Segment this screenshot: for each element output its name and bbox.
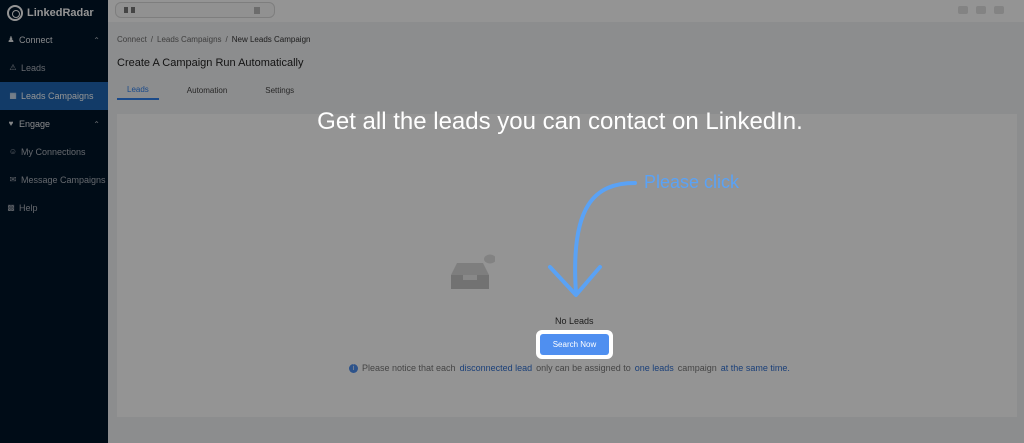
dropdown-icon — [254, 7, 260, 14]
app-name: LinkedRadar — [27, 7, 94, 19]
search-now-button[interactable]: Search Now — [540, 334, 609, 355]
sidebar-item-leads-campaigns[interactable]: ▦ Leads Campaigns — [0, 82, 108, 110]
avatar[interactable] — [994, 6, 1004, 14]
sidebar-item-help[interactable]: ▩ Help — [0, 194, 108, 222]
sidebar-item-label: Leads — [21, 63, 46, 73]
nav-group-label: Connect — [19, 35, 53, 45]
breadcrumb-separator: / — [225, 35, 228, 44]
search-now-highlight: Search Now — [536, 330, 613, 359]
sidebar-item-leads[interactable]: ⚠ Leads — [0, 54, 108, 82]
message-icon: ✉ — [9, 175, 17, 184]
top-bar — [108, 0, 1024, 22]
empty-inbox-icon — [451, 254, 495, 289]
tab-automation[interactable]: Automation — [177, 80, 237, 100]
breadcrumb-item[interactable]: Connect — [117, 35, 147, 44]
nav-group-connect[interactable]: ♟ Connect ⌃ — [0, 26, 108, 54]
sidebar-item-message-campaigns[interactable]: ✉ Message Campaigns — [0, 166, 108, 194]
redacted-block — [131, 7, 135, 13]
chevron-up-icon: ⌃ — [93, 35, 100, 45]
notice-text: only can be assigned to — [536, 363, 631, 373]
notice-text: Please notice that each — [362, 363, 456, 373]
notification-icon[interactable] — [958, 6, 968, 14]
sidebar-item-my-connections[interactable]: ☺ My Connections — [0, 138, 108, 166]
leads-icon: ⚠ — [9, 63, 17, 72]
account-selector[interactable] — [115, 2, 275, 18]
sidebar-item-label: Leads Campaigns — [21, 91, 94, 101]
users-icon: ☺ — [8, 147, 18, 156]
breadcrumb-separator: / — [150, 35, 154, 44]
page-title: Create A Campaign Run Automatically — [117, 57, 304, 69]
user-plus-icon: ♟ — [7, 35, 15, 44]
campaign-icon: ▦ — [9, 91, 17, 100]
sidebar-item-label: Help — [19, 203, 38, 213]
tab-settings[interactable]: Settings — [255, 80, 304, 100]
radar-logo-icon — [7, 5, 23, 21]
breadcrumb-current: New Leads Campaign — [231, 35, 311, 44]
tab-leads[interactable]: Leads — [117, 80, 159, 100]
sidebar-item-label: My Connections — [21, 147, 86, 157]
tour-hint: Please click — [644, 172, 740, 192]
sidebar: LinkedRadar ♟ Connect ⌃ ⚠ Leads ▦ Leads … — [0, 0, 108, 443]
breadcrumb-item[interactable]: Leads Campaigns — [157, 35, 221, 44]
app-logo[interactable]: LinkedRadar — [0, 0, 108, 26]
sidebar-item-label: Message Campaigns — [21, 175, 106, 185]
breadcrumb: Connect / Leads Campaigns / New Leads Ca… — [117, 35, 310, 44]
help-icon: ▩ — [7, 203, 15, 212]
pointer-arrow-icon — [548, 181, 637, 297]
same-time-link[interactable]: at the same time. — [721, 363, 790, 373]
one-leads-link[interactable]: one leads — [635, 363, 674, 373]
notice-text: campaign — [677, 363, 717, 373]
language-icon[interactable] — [976, 6, 986, 14]
disconnected-lead-link[interactable]: disconnected lead — [460, 363, 533, 373]
tab-bar: Leads Automation Settings — [117, 80, 322, 102]
top-bar-actions — [958, 6, 1004, 14]
assignment-notice: i Please notice that each disconnected l… — [349, 363, 790, 373]
info-icon: i — [349, 363, 358, 373]
tour-title: Get all the leads you can contact on Lin… — [317, 108, 803, 135]
empty-state-label: No Leads — [555, 316, 594, 326]
redacted-block — [124, 7, 128, 13]
